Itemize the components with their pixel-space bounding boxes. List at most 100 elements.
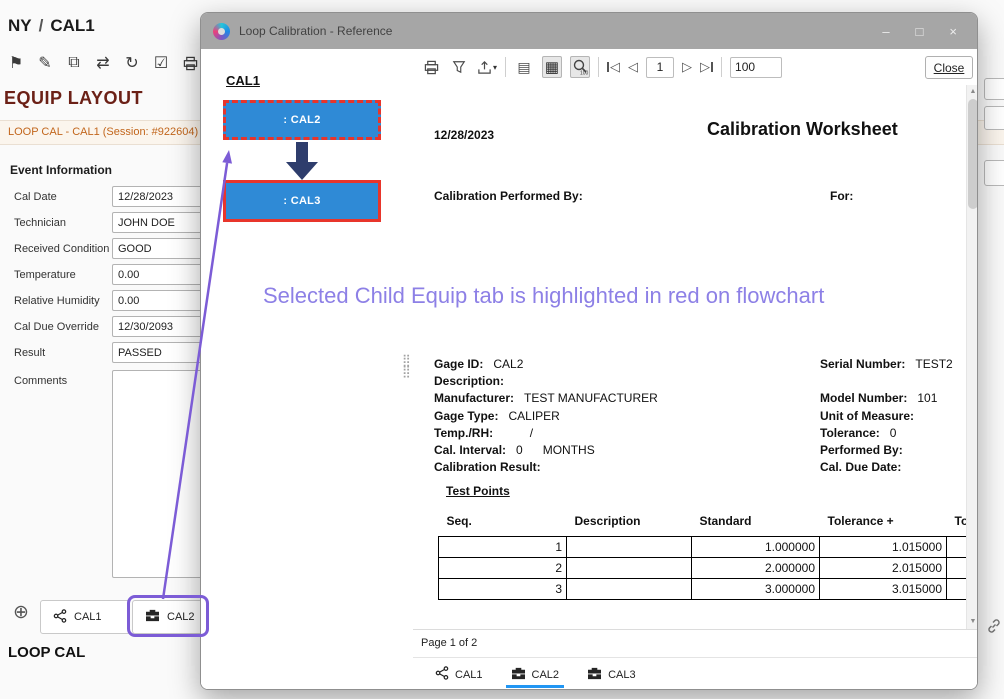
detail-row: Cal. Due Date: — [820, 460, 953, 477]
breadcrumb-separator: / — [39, 16, 44, 35]
dialog-title: Loop Calibration - Reference — [239, 24, 873, 38]
detail-value: CAL2 — [493, 357, 523, 371]
transfer-icon[interactable]: ⇄ — [93, 52, 113, 74]
share-icon — [53, 609, 67, 626]
zoom-100-icon[interactable]: 100 — [570, 56, 590, 78]
maximize-button[interactable]: □ — [916, 24, 924, 39]
detail-row: Model Number:101 — [820, 391, 953, 408]
breadcrumb-right[interactable]: CAL1 — [50, 16, 94, 35]
previous-page-button[interactable]: ◁ — [628, 59, 638, 75]
field-label: Temperature — [14, 269, 76, 281]
cell: 2.015000 — [820, 558, 947, 579]
print-icon[interactable] — [421, 56, 441, 78]
checklist-icon[interactable]: ☑ — [151, 52, 171, 74]
close-window-button[interactable]: × — [949, 24, 957, 39]
clipped-field[interactable] — [984, 78, 1004, 100]
add-equipment-icon[interactable]: ⊕ — [13, 601, 29, 624]
flowchart-node-cal2[interactable]: : CAL2 — [223, 100, 381, 140]
zoom-level-input[interactable] — [730, 57, 782, 78]
minimize-button[interactable]: – — [882, 24, 889, 39]
cell — [567, 579, 692, 600]
detail-label: Description: — [434, 374, 504, 388]
last-page-arrow-icon: ▷ — [700, 59, 710, 75]
equip-toolbar: ⚑ ✎ ⧉ ⇄ ↻ ☑ — [6, 52, 200, 74]
detail-row: Gage ID: CAL2 — [434, 357, 658, 374]
scrollbar-thumb[interactable] — [968, 99, 978, 209]
toolbox-icon — [145, 609, 160, 625]
next-page-button[interactable]: ▷ — [682, 59, 692, 75]
flow-down-arrow-icon — [286, 142, 318, 185]
flowchart-node-cal3[interactable]: : CAL3 — [223, 180, 381, 222]
breadcrumb: NY / CAL1 — [8, 16, 95, 36]
equip-tab-cal2[interactable]: CAL2 — [132, 600, 204, 634]
first-page-button[interactable]: ◁ — [607, 59, 620, 75]
clipped-field[interactable] — [984, 160, 1004, 186]
test-points-table: Seq. Description Standard Tolerance + To… — [438, 512, 966, 600]
print-icon[interactable] — [180, 52, 200, 74]
toolbar-separator — [721, 57, 722, 77]
close-button[interactable]: Close — [925, 56, 973, 79]
filter-icon[interactable] — [449, 56, 469, 78]
page-title: EQUIP LAYOUT — [4, 88, 143, 109]
viewer-toolbar: ▾ ▤ ▦ 100 ◁ ◁ ▷ — [413, 49, 978, 85]
detail-row: Temp./RH: / — [434, 426, 658, 443]
refresh-icon[interactable]: ↻ — [122, 52, 142, 74]
detail-label: Model Number: — [820, 391, 907, 405]
copy-icon[interactable]: ⧉ — [64, 52, 84, 74]
report-scrollbar[interactable]: ▲ ▼ — [966, 85, 978, 629]
detail-row: Tolerance:0 — [820, 426, 953, 443]
detail-label: Unit of Measure: — [820, 409, 914, 423]
detail-row: Calibration Result: — [434, 460, 658, 477]
export-dropdown-caret-icon[interactable]: ▾ — [493, 63, 497, 72]
detail-value: / — [503, 426, 533, 440]
page-layout-icon[interactable]: ▦ — [542, 56, 562, 78]
viewer-tab-cal1[interactable]: CAL1 — [435, 658, 483, 690]
loop-cal-footer-title: LOOP CAL — [8, 644, 85, 661]
detail-value: TEST2 — [915, 357, 952, 371]
viewer-tab-cal3[interactable]: CAL3 — [587, 658, 636, 690]
cell — [567, 558, 692, 579]
page-status: Page 1 of 2 — [413, 629, 978, 657]
cell — [947, 579, 967, 600]
cell — [567, 537, 692, 558]
detail-row: Unit of Measure: — [820, 409, 953, 426]
tab-label: CAL1 — [74, 611, 102, 623]
edit-icon[interactable]: ✎ — [35, 52, 55, 74]
screen: NY / CAL1 ⚑ ✎ ⧉ ⇄ ↻ ☑ EQUIP LAYOUT LOOP CA… — [0, 0, 1004, 699]
cell: 3 — [439, 579, 567, 600]
report-details-right: Serial Number:TEST2 Model Number:101 Uni… — [820, 357, 953, 477]
clipped-field[interactable] — [984, 106, 1004, 130]
first-page-arrow-icon: ◁ — [610, 59, 620, 75]
dialog-titlebar[interactable]: Loop Calibration - Reference – □ × — [201, 13, 977, 49]
scroll-down-icon[interactable]: ▼ — [967, 615, 978, 628]
equip-tab-cal1[interactable]: CAL1 — [40, 600, 130, 634]
viewer-tab-cal2[interactable]: CAL2 — [511, 658, 560, 690]
tab-label: CAL2 — [532, 669, 560, 681]
detail-label: Gage Type: — [434, 409, 498, 423]
cell: 3.000000 — [692, 579, 820, 600]
cell — [947, 537, 967, 558]
cell: 1.000000 — [692, 537, 820, 558]
flag-icon[interactable]: ⚑ — [6, 52, 26, 74]
column-header: Seq. — [439, 512, 567, 537]
last-page-button[interactable]: ▷ — [700, 59, 713, 75]
detail-row: Gage Type: CALIPER — [434, 409, 658, 426]
scroll-up-icon[interactable]: ▲ — [967, 85, 978, 98]
flowchart-root-label[interactable]: CAL1 — [226, 73, 260, 88]
page-number-input[interactable] — [646, 57, 674, 78]
loop-calibration-dialog: Loop Calibration - Reference – □ × CAL1 … — [200, 12, 978, 690]
report-details-left: Gage ID:CAL2 Description: Manufacturer:T… — [434, 357, 658, 477]
detail-row: Serial Number:TEST2 — [820, 357, 953, 374]
panel-splitter-grip[interactable]: ⣿ ⣿ — [402, 355, 411, 377]
detail-label: Performed By: — [820, 443, 903, 457]
export-icon[interactable]: ▾ — [477, 56, 497, 78]
detail-value: CALIPER — [508, 409, 559, 423]
link-icon[interactable] — [986, 618, 1002, 639]
tab-label: CAL2 — [167, 611, 195, 623]
breadcrumb-left[interactable]: NY — [8, 16, 32, 35]
document-view-icon[interactable]: ▤ — [514, 56, 534, 78]
table-row: 2 2.000000 2.015000 — [439, 558, 967, 579]
first-page-bar — [607, 62, 609, 72]
cell: 3.015000 — [820, 579, 947, 600]
detail-label: Gage ID: — [434, 357, 483, 371]
